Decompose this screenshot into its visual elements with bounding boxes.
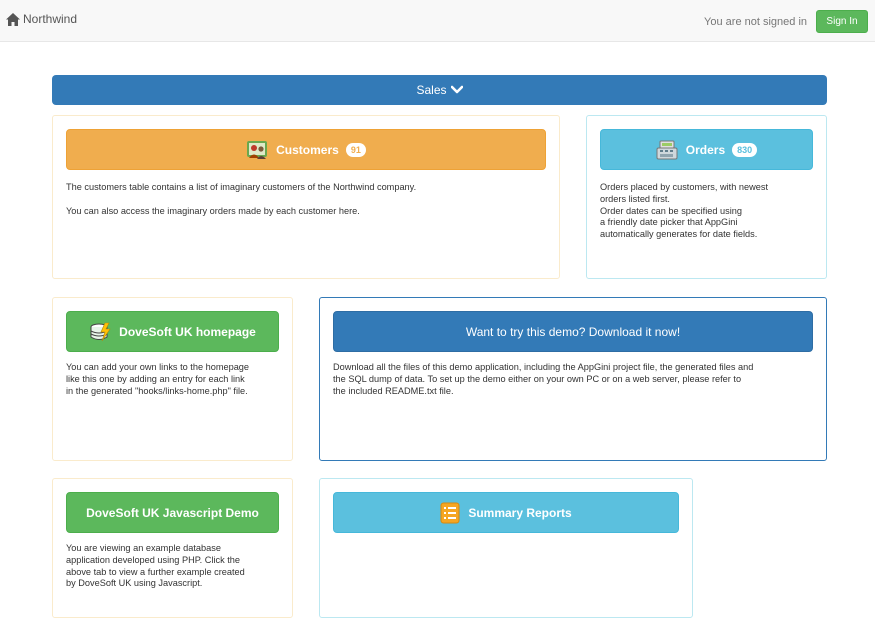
dovesoft-homepage-desc-line: like this one by adding an entry for eac… [66,373,245,384]
navbar: Northwind You are not signed in Sign In [0,0,875,42]
signed-status: You are not signed in [704,16,807,28]
customers-panel: Customers 91 The customers table contain… [52,115,560,279]
register-icon [656,140,678,160]
download-desc-line: Download all the files of this demo appl… [333,362,754,372]
summary-reports-label: Summary Reports [468,505,572,520]
dovesoft-homepage-panel: DoveSoft UK homepage You can add your ow… [52,297,293,461]
sales-label: Sales [416,83,447,97]
js-demo-description: You are viewing an example database appl… [66,543,288,590]
dovesoft-homepage-description: You can add your own links to the homepa… [66,362,288,397]
js-demo-label: DoveSoft UK Javascript Demo [86,505,259,520]
customers-count-badge: 91 [345,142,366,157]
download-description: Download all the files of this demo appl… [333,362,818,397]
home-icon [6,12,20,26]
dovesoft-homepage-label: DoveSoft UK homepage [119,324,256,339]
summary-reports-button[interactable]: Summary Reports [333,492,679,533]
dovesoft-homepage-desc-line: in the generated "hooks/links-home.php" … [66,385,248,396]
customers-desc-line: The customers table contains a list of i… [66,182,417,192]
orders-desc-line: orders listed first. [600,193,670,204]
js-demo-desc-line: above tab to view a further example crea… [66,566,245,577]
sign-in-button[interactable]: Sign In [816,10,868,33]
orders-button[interactable]: Orders 830 [600,129,813,170]
download-label: Want to try this demo? Download it now! [465,324,681,339]
dovesoft-homepage-desc-line: You can add your own links to the homepa… [66,362,250,372]
download-button[interactable]: Want to try this demo? Download it now! [333,311,813,352]
download-desc-line: the SQL dump of data. To set up the demo… [333,373,742,384]
orders-count-badge: 830 [732,142,758,157]
js-demo-desc-line: application developed using PHP. Click t… [66,554,240,565]
js-demo-button[interactable]: DoveSoft UK Javascript Demo [66,492,279,533]
database-icon [89,322,111,342]
customers-desc-line: You can also access the imaginary orders… [66,205,360,216]
orders-panel: Orders 830 Orders placed by customers, w… [586,115,827,279]
customers-icon [246,139,268,161]
js-demo-panel: DoveSoft UK Javascript Demo You are view… [52,478,293,618]
orders-desc-line: automatically generates for date fields. [600,229,758,240]
orders-desc-line: Orders placed by customers, with newest [600,182,768,192]
orders-desc-line: a friendly date picker that AppGini [600,217,738,228]
orders-desc-line: Order dates can be specified using [600,205,742,216]
js-demo-desc-line: You are viewing an example database [66,543,221,553]
js-demo-desc-line: by DoveSoft UK using Javascript. [66,578,203,589]
sales-group-toggle[interactable]: Sales [52,75,827,105]
orders-label: Orders [685,142,726,157]
summary-reports-panel: Summary Reports [319,478,693,618]
brand-label: Northwind [23,12,78,26]
list-icon [440,502,460,524]
dovesoft-homepage-button[interactable]: DoveSoft UK homepage [66,311,279,352]
customers-label: Customers [276,142,339,157]
customers-button[interactable]: Customers 91 [66,129,546,170]
brand-link[interactable]: Northwind [6,12,77,26]
download-desc-line: the included README.txt file. [333,385,454,396]
download-panel: Want to try this demo? Download it now! … [319,297,827,461]
customers-description: The customers table contains a list of i… [66,182,551,218]
chevron-down-icon [450,85,463,94]
orders-description: Orders placed by customers, with newest … [600,182,820,241]
